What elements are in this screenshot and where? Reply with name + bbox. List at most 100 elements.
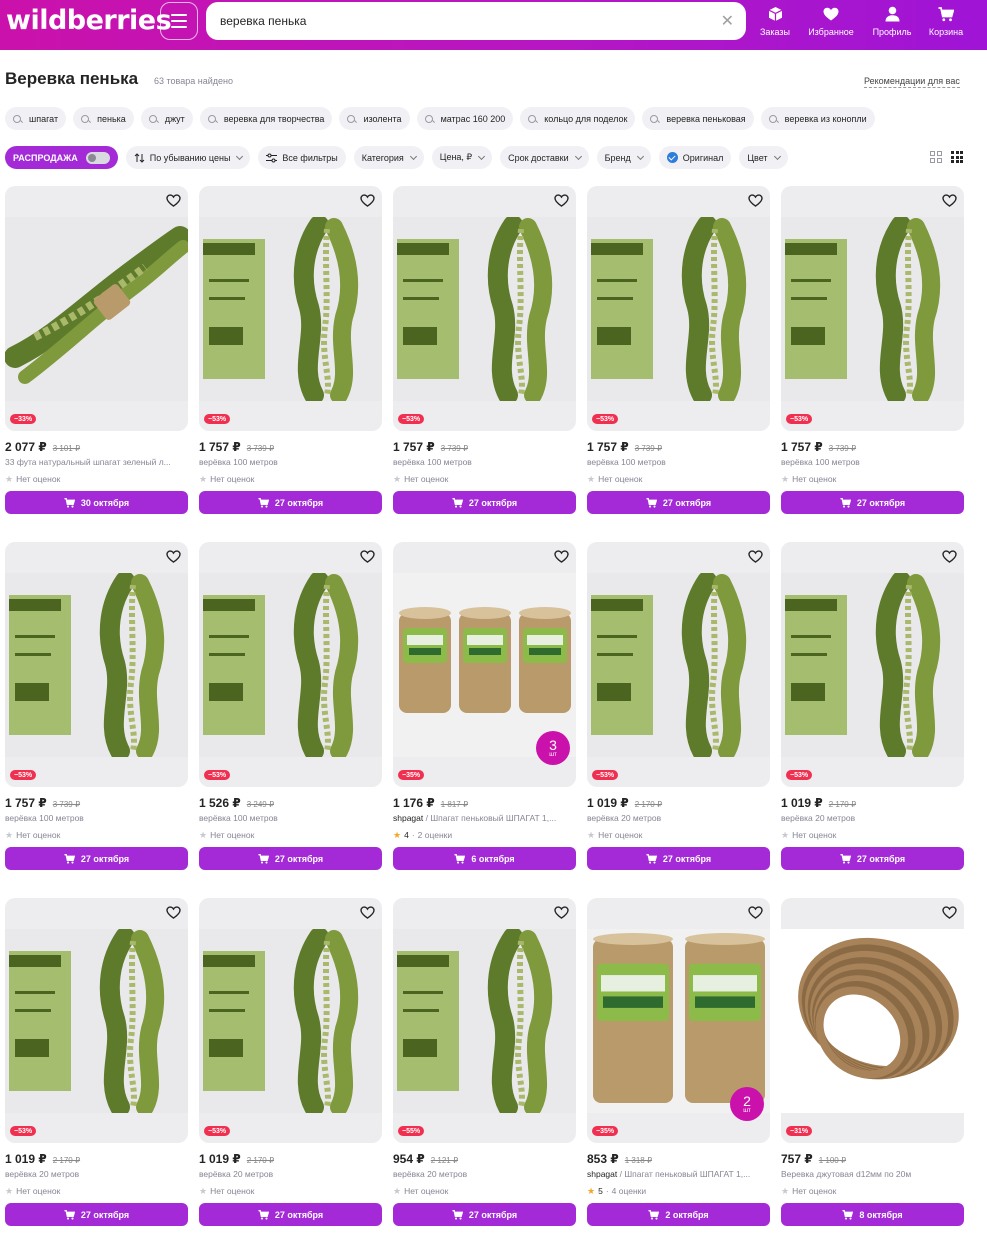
chip-item[interactable]: матрас 160 200 [416,107,514,130]
nav-favorites[interactable]: Избранное [806,4,856,37]
chip-item[interactable]: джут [140,107,193,130]
product-card[interactable]: −53% 1 757 ₽ 3 739 ₽ верёвка 100 метров … [587,186,770,514]
product-image[interactable]: −53% [5,898,188,1143]
add-to-cart-button[interactable]: 27 октября [781,847,964,870]
chip-item[interactable]: кольцо для поделок [520,107,636,130]
product-name[interactable]: shpagat / Шпагат пеньковый ШПАГАТ 1,... [393,813,576,825]
toggle-switch[interactable] [85,151,110,164]
heart-icon[interactable] [746,903,764,921]
recommendations-link[interactable]: Рекомендации для вас [864,76,960,88]
product-image[interactable]: −35% 3 шт [393,542,576,787]
chip-item[interactable]: изолента [339,107,410,130]
product-name[interactable]: верёвка 100 метров [393,457,576,469]
product-card[interactable]: −53% 1 526 ₽ 3 249 ₽ верёвка 100 метров … [199,542,382,870]
grid-dense-icon[interactable] [951,151,963,163]
add-to-cart-button[interactable]: 6 октября [393,847,576,870]
heart-icon[interactable] [164,547,182,565]
product-name[interactable]: верёвка 20 метров [587,813,770,825]
product-name[interactable]: верёвка 20 метров [781,813,964,825]
product-card[interactable]: −31% 757 ₽ 1 100 ₽ Веревка джутовая d12м… [781,898,964,1226]
product-image[interactable]: −53% [781,542,964,787]
add-to-cart-button[interactable]: 27 октября [199,847,382,870]
product-name[interactable]: верёвка 100 метров [781,457,964,469]
heart-icon[interactable] [358,547,376,565]
product-image[interactable]: −53% [393,186,576,431]
product-card[interactable]: −53% 1 019 ₽ 2 170 ₽ верёвка 20 метров ★… [587,542,770,870]
product-image[interactable]: −31% [781,898,964,1143]
product-card[interactable]: −35% 2 шт 853 ₽ 1 318 ₽ shpagat / Шпагат … [587,898,770,1226]
add-to-cart-button[interactable]: 2 октября [587,1203,770,1226]
add-to-cart-button[interactable]: 27 октября [5,1203,188,1226]
product-image[interactable]: −53% [199,898,382,1143]
heart-icon[interactable] [940,547,958,565]
product-name[interactable]: верёвка 100 метров [199,457,382,469]
product-name[interactable]: Веревка джутовая d12мм по 20м [781,1169,964,1181]
search-input[interactable]: веревка пенька ✕ [206,2,746,40]
product-card[interactable]: −53% 1 757 ₽ 3 739 ₽ верёвка 100 метров … [393,186,576,514]
chip-item[interactable]: шпагат [5,107,67,130]
checkmark-icon[interactable] [666,152,678,163]
heart-icon[interactable] [552,547,570,565]
product-card[interactable]: −53% 1 757 ₽ 3 739 ₽ верёвка 100 метров … [5,542,188,870]
product-name[interactable]: верёвка 100 метров [587,457,770,469]
chip-item[interactable]: веревка пеньковая [642,107,754,130]
logo[interactable]: wildberries [6,5,172,36]
sale-toggle[interactable]: РАСПРОДАЖА [5,146,118,169]
product-name[interactable]: верёвка 100 метров [199,813,382,825]
chip-item[interactable]: веревка из конопли [760,107,875,130]
original-filter[interactable]: Оригинал [658,146,732,169]
chip-item[interactable]: веревка для творчества [199,107,333,130]
add-to-cart-button[interactable]: 27 октября [5,847,188,870]
product-name[interactable]: верёвка 20 метров [199,1169,382,1181]
product-card[interactable]: −53% 1 019 ₽ 2 170 ₽ верёвка 20 метров ★… [199,898,382,1226]
nav-cart[interactable]: Корзина [926,4,966,37]
heart-icon[interactable] [940,191,958,209]
product-card[interactable]: −53% 1 019 ₽ 2 170 ₽ верёвка 20 метров ★… [781,542,964,870]
heart-icon[interactable] [358,191,376,209]
product-card[interactable]: −53% 1 757 ₽ 3 739 ₽ верёвка 100 метров … [199,186,382,514]
product-image[interactable]: −53% [199,542,382,787]
nav-profile[interactable]: Профиль [871,4,913,37]
product-name[interactable]: верёвка 100 метров [5,813,188,825]
product-card[interactable]: −55% 954 ₽ 2 121 ₽ верёвка 20 метров ★ Не… [393,898,576,1226]
menu-button[interactable] [160,2,198,40]
product-image[interactable]: −53% [5,542,188,787]
add-to-cart-button[interactable]: 30 октября [5,491,188,514]
price-filter[interactable]: Цена, ₽ [431,146,493,169]
add-to-cart-button[interactable]: 27 октября [393,1203,576,1226]
add-to-cart-button[interactable]: 27 октября [587,847,770,870]
add-to-cart-button[interactable]: 27 октября [199,1203,382,1226]
product-card[interactable]: −53% 1 757 ₽ 3 739 ₽ верёвка 100 метров … [781,186,964,514]
heart-icon[interactable] [164,903,182,921]
add-to-cart-button[interactable]: 27 октября [587,491,770,514]
color-filter[interactable]: Цвет [739,146,788,169]
add-to-cart-button[interactable]: 27 октября [199,491,382,514]
heart-icon[interactable] [164,191,182,209]
product-image[interactable]: −55% [393,898,576,1143]
sort-button[interactable]: По убыванию цены [125,146,251,169]
product-image[interactable]: −53% [587,186,770,431]
product-card[interactable]: −53% 1 019 ₽ 2 170 ₽ верёвка 20 метров ★… [5,898,188,1226]
heart-icon[interactable] [552,903,570,921]
product-image[interactable]: −35% 2 шт [587,898,770,1143]
product-image[interactable]: −33% [5,186,188,431]
product-card[interactable]: −35% 3 шт 1 176 ₽ 1 817 ₽ shpagat / Шпага… [393,542,576,870]
heart-icon[interactable] [358,903,376,921]
add-to-cart-button[interactable]: 27 октября [393,491,576,514]
product-name[interactable]: 33 фута натуральный шпагат зеленый л... [5,457,188,469]
nav-orders[interactable]: Заказы [758,4,792,37]
heart-icon[interactable] [552,191,570,209]
product-image[interactable]: −53% [587,542,770,787]
product-name[interactable]: верёвка 20 метров [5,1169,188,1181]
heart-icon[interactable] [746,547,764,565]
product-name[interactable]: верёвка 20 метров [393,1169,576,1181]
product-image[interactable]: −53% [199,186,382,431]
add-to-cart-button[interactable]: 8 октября [781,1203,964,1226]
add-to-cart-button[interactable]: 27 октября [781,491,964,514]
brand-filter[interactable]: Бренд [596,146,651,169]
product-name[interactable]: shpagat / Шпагат пеньковый ШПАГАТ 1,... [587,1169,770,1181]
close-icon[interactable]: ✕ [721,11,734,31]
heart-icon[interactable] [746,191,764,209]
heart-icon[interactable] [940,903,958,921]
chip-item[interactable]: пенька [73,107,134,130]
